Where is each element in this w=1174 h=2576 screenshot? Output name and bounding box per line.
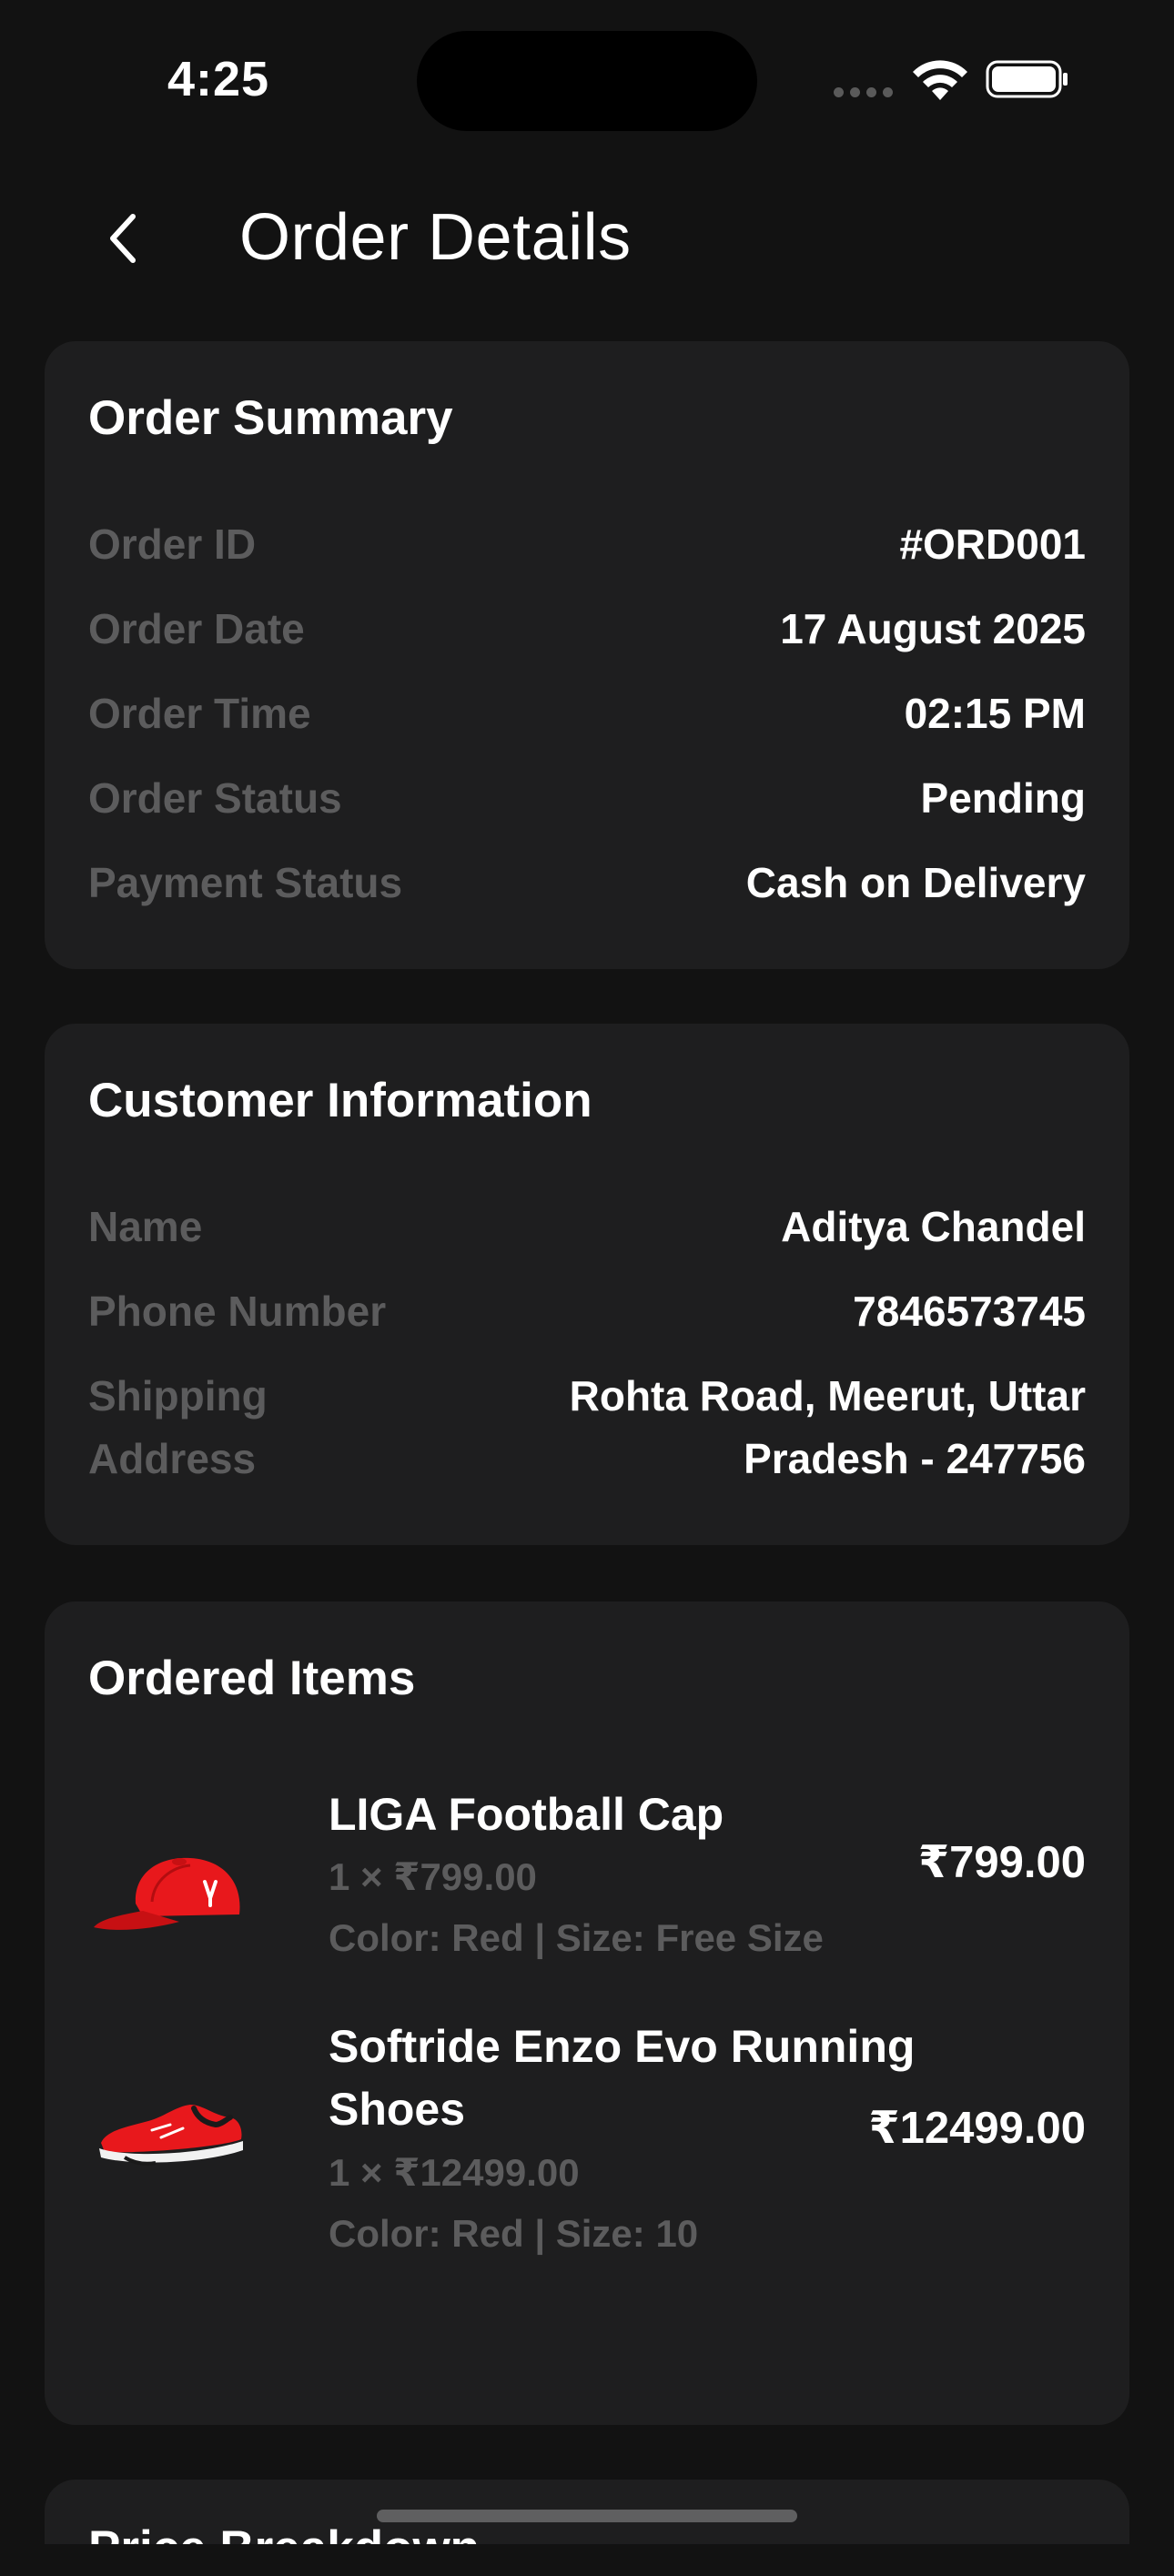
order-summary-title: Order Summary xyxy=(88,391,453,445)
customer-name-label: Name xyxy=(88,1203,203,1250)
item-name-line1: Softride Enzo Evo Running xyxy=(329,2021,916,2072)
red-running-shoe-icon xyxy=(99,2105,243,2166)
shipping-address-label-line1: Shipping xyxy=(88,1372,268,1419)
item-name: LIGA Football Cap xyxy=(329,1789,724,1840)
chevron-left-icon xyxy=(110,214,136,263)
phone-number-value: 7846573745 xyxy=(853,1288,1086,1335)
dynamic-island xyxy=(417,31,757,131)
header: Order Details xyxy=(0,182,1174,295)
order-id-label: Order ID xyxy=(88,520,257,568)
back-button[interactable] xyxy=(87,202,160,275)
page-title: Order Details xyxy=(239,201,632,274)
battery-icon xyxy=(986,60,1068,98)
customer-information-card: Customer Information Name Aditya Chandel… xyxy=(45,1024,1129,1545)
item-name-line2: Shoes xyxy=(329,2084,466,2135)
item-name: Softride Enzo Evo Running Shoes xyxy=(329,2015,915,2141)
ordered-item[interactable]: Softride Enzo Evo Running Shoes 1 × ₹124… xyxy=(88,2015,1086,2288)
shipping-address-label: Shipping Address xyxy=(88,1365,268,1490)
ordered-item[interactable]: LIGA Football Cap 1 × ₹799.00 Color: Red… xyxy=(88,1783,1086,1993)
payment-status-label: Payment Status xyxy=(88,859,403,906)
shipping-address-value-line1: Rohta Road, Meerut, Uttar xyxy=(569,1372,1086,1419)
item-quantity-price: 1 × ₹12499.00 xyxy=(329,2151,580,2194)
order-summary-card: Order Summary Order ID #ORD001 Order Dat… xyxy=(45,341,1129,969)
order-date-label: Order Date xyxy=(88,605,305,652)
status-time: 4:25 xyxy=(167,52,270,106)
shipping-address-value: Rohta Road, Meerut, Uttar Pradesh - 2477… xyxy=(570,1365,1086,1490)
order-id-value: #ORD001 xyxy=(899,520,1086,568)
shipping-address-label-line2: Address xyxy=(88,1435,257,1482)
payment-status-value: Cash on Delivery xyxy=(745,859,1086,906)
order-time-label: Order Time xyxy=(88,690,311,737)
status-bar: 4:25 xyxy=(0,0,1174,155)
item-quantity-price: 1 × ₹799.00 xyxy=(329,1855,537,1898)
item-variant: Color: Red | Size: Free Size xyxy=(329,1916,824,1959)
customer-name-value: Aditya Chandel xyxy=(781,1203,1086,1250)
home-indicator[interactable] xyxy=(377,2510,797,2522)
order-date-value: 17 August 2025 xyxy=(780,605,1086,652)
phone-number-label: Phone Number xyxy=(88,1288,387,1335)
shipping-address-value-line2: Pradesh - 247756 xyxy=(744,1435,1086,1482)
ordered-items-card: Ordered Items LIGA Football Cap 1 × ₹799… xyxy=(45,1601,1129,2425)
order-status-value: Pending xyxy=(920,774,1086,822)
item-variant: Color: Red | Size: 10 xyxy=(329,2212,699,2255)
red-cap-icon xyxy=(94,1857,240,1930)
wifi-icon xyxy=(913,60,967,100)
cellular-signal-icon xyxy=(834,87,894,97)
item-price: ₹12499.00 xyxy=(868,2104,1086,2153)
price-breakdown-title: Price Breakdown xyxy=(88,2521,481,2575)
ordered-items-title: Ordered Items xyxy=(88,1652,416,1705)
order-status-label: Order Status xyxy=(88,774,342,822)
order-time-value: 02:15 PM xyxy=(904,690,1086,737)
customer-information-title: Customer Information xyxy=(88,1074,592,1127)
item-price: ₹799.00 xyxy=(918,1838,1086,1887)
